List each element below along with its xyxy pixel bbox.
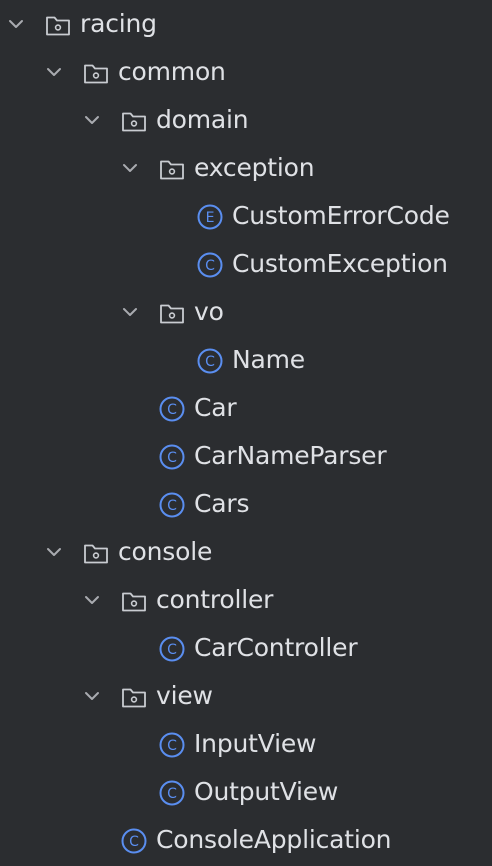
chevron-down-icon[interactable] [120,158,140,178]
chevron-down-icon[interactable] [82,686,102,706]
folder-icon [44,11,72,39]
tree-node-common[interactable]: common [0,48,492,96]
tree-node-label: view [156,681,213,710]
enum-badge-letter: E [206,210,215,226]
chevron-down-icon[interactable] [44,62,64,82]
tree-node-inputview[interactable]: C InputView [0,720,492,768]
chevron-down-icon[interactable] [6,14,26,34]
tree-node-label: domain [156,105,249,134]
tree-node-view[interactable]: view [0,672,492,720]
class-icon: C [158,731,186,759]
tree-node-customexception[interactable]: C CustomException [0,240,492,288]
tree-node-carcontroller[interactable]: C CarController [0,624,492,672]
class-badge-letter: C [167,402,177,418]
class-badge-letter: C [129,834,139,850]
folder-icon [120,683,148,711]
tree-node-label: console [118,537,213,566]
class-badge-letter: C [167,738,177,754]
project-tree: racing common domain exception E CustomE… [0,0,492,866]
tree-node-domain[interactable]: domain [0,96,492,144]
tree-node-racing[interactable]: racing [0,0,492,48]
class-icon: C [158,491,186,519]
class-badge-letter: C [205,258,215,274]
class-icon: C [196,251,224,279]
class-icon: C [158,443,186,471]
tree-node-name[interactable]: C Name [0,336,492,384]
enum-icon: E [196,203,224,231]
folder-icon [82,539,110,567]
class-icon: C [196,347,224,375]
class-icon: C [158,395,186,423]
tree-node-label: CustomErrorCode [232,201,450,230]
tree-node-console[interactable]: console [0,528,492,576]
class-badge-letter: C [167,642,177,658]
tree-node-consoleapplication[interactable]: C ConsoleApplication [0,816,492,864]
folder-icon [120,107,148,135]
tree-node-label: CarNameParser [194,441,387,470]
tree-node-label: controller [156,585,274,614]
class-badge-letter: C [167,498,177,514]
chevron-down-icon[interactable] [82,110,102,130]
tree-node-label: exception [194,153,315,182]
folder-icon [120,587,148,615]
folder-icon [158,155,186,183]
tree-node-label: CustomException [232,249,448,278]
tree-node-label: Car [194,393,237,422]
tree-node-carnameparser[interactable]: C CarNameParser [0,432,492,480]
tree-node-vo[interactable]: vo [0,288,492,336]
tree-node-exception[interactable]: exception [0,144,492,192]
tree-node-label: Name [232,345,305,374]
tree-node-label: ConsoleApplication [156,825,392,854]
folder-icon [82,59,110,87]
chevron-down-icon[interactable] [82,590,102,610]
tree-node-label: vo [194,297,224,326]
tree-node-label: CarController [194,633,358,662]
tree-node-outputview[interactable]: C OutputView [0,768,492,816]
tree-node-label: racing [80,9,157,38]
tree-node-customerrorcode[interactable]: E CustomErrorCode [0,192,492,240]
class-badge-letter: C [167,786,177,802]
class-icon: C [120,827,148,855]
tree-node-label: Cars [194,489,250,518]
tree-node-label: InputView [194,729,317,758]
tree-node-cars[interactable]: C Cars [0,480,492,528]
class-badge-letter: C [205,354,215,370]
tree-node-car[interactable]: C Car [0,384,492,432]
folder-icon [158,299,186,327]
class-badge-letter: C [167,450,177,466]
tree-node-controller[interactable]: controller [0,576,492,624]
class-icon: C [158,779,186,807]
tree-node-label: common [118,57,226,86]
chevron-down-icon[interactable] [44,542,64,562]
chevron-down-icon[interactable] [120,302,140,322]
class-icon: C [158,635,186,663]
tree-node-label: OutputView [194,777,339,806]
